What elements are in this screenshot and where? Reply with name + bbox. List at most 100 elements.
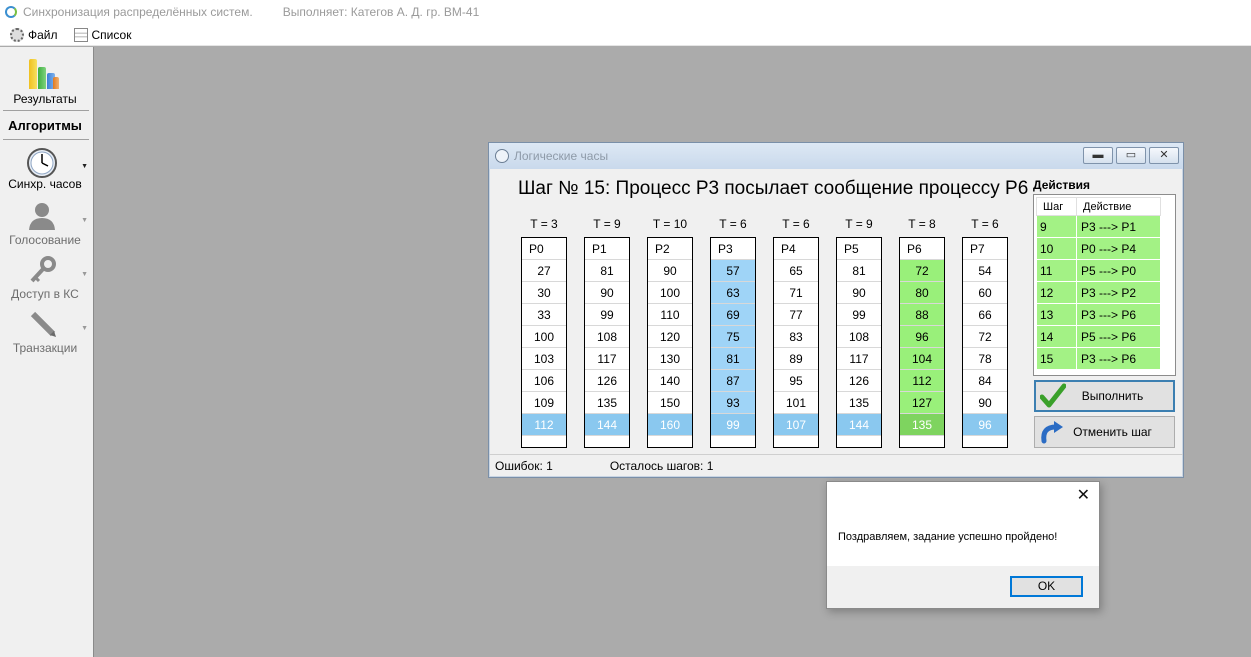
clock-value-cell: 130 bbox=[648, 348, 692, 370]
process-name: P0 bbox=[522, 238, 566, 260]
actions-list[interactable]: Шаг Действие 9 P3 ---> P1 10 P0 ---> P4 11 P5… bbox=[1033, 194, 1176, 376]
process-clock-list[interactable]: P0 27 30 33 100 103 106 109 112 bbox=[521, 237, 567, 448]
process-clock-list[interactable]: P7 54 60 66 72 78 84 90 96 bbox=[962, 237, 1008, 448]
step-number-cell: 10 bbox=[1036, 237, 1077, 260]
clock-value-cell: 96 bbox=[900, 326, 944, 348]
column-header-step[interactable]: Шаг bbox=[1036, 197, 1077, 216]
table-row[interactable]: 13 P3 ---> P6 bbox=[1036, 303, 1161, 326]
window-title: Логические часы bbox=[514, 149, 609, 163]
remaining-steps: Осталось шагов: 1 bbox=[609, 459, 714, 473]
clock-value-cell: 144 bbox=[585, 414, 629, 436]
menu-list[interactable]: Список bbox=[73, 27, 131, 42]
sidebar-item-label: Синхр. часов bbox=[8, 177, 82, 191]
action-cell: P3 ---> P6 bbox=[1076, 303, 1161, 326]
process-name: P7 bbox=[963, 238, 1007, 260]
menu-file[interactable]: Файл bbox=[10, 27, 58, 42]
table-row[interactable]: 9 P3 ---> P1 bbox=[1036, 215, 1161, 238]
clock-value-cell: 54 bbox=[963, 260, 1007, 282]
step-number-cell: 11 bbox=[1036, 259, 1077, 282]
clock-value-cell: 104 bbox=[900, 348, 944, 370]
table-row[interactable]: 15 P3 ---> P6 bbox=[1036, 347, 1161, 370]
close-icon[interactable]: ✕ bbox=[1077, 485, 1090, 505]
clock-value-cell: 27 bbox=[522, 260, 566, 282]
list-icon bbox=[73, 27, 88, 42]
dialog-message: Поздравляем, задание успешно пройдено! bbox=[838, 531, 1058, 543]
results-label: Результаты bbox=[13, 92, 77, 106]
minimize-button[interactable]: ▬ bbox=[1083, 147, 1113, 164]
table-row[interactable]: 10 P0 ---> P4 bbox=[1036, 237, 1161, 260]
clock-value-cell: 69 bbox=[711, 304, 755, 326]
clock-value-cell: 90 bbox=[585, 282, 629, 304]
table-row[interactable]: 12 P3 ---> P2 bbox=[1036, 281, 1161, 304]
process-clock-list[interactable]: P2 90 100 110 120 130 140 150 160 bbox=[647, 237, 693, 448]
process-name: P4 bbox=[774, 238, 818, 260]
process-name: P1 bbox=[585, 238, 629, 260]
column-header-action[interactable]: Действие bbox=[1076, 197, 1161, 216]
process-time-label: T = 6 bbox=[719, 217, 747, 231]
process-clock-list[interactable]: P1 81 90 99 108 117 126 135 144 bbox=[584, 237, 630, 448]
process-clock-list[interactable]: P4 65 71 77 83 89 95 101 107 bbox=[773, 237, 819, 448]
sidebar-item-transactions[interactable]: ▼ Транзакции bbox=[0, 307, 94, 359]
step-number-cell: 12 bbox=[1036, 281, 1077, 304]
process-time-label: T = 9 bbox=[593, 217, 621, 231]
close-button[interactable]: ✕ bbox=[1149, 147, 1179, 164]
actions-heading: Действия bbox=[1033, 178, 1091, 192]
process-clock-list[interactable]: P5 81 90 99 108 117 126 135 144 bbox=[836, 237, 882, 448]
table-row[interactable]: 11 P5 ---> P0 bbox=[1036, 259, 1161, 282]
bar-chart-icon bbox=[29, 57, 61, 89]
user-icon bbox=[29, 203, 55, 230]
process-name: P6 bbox=[900, 238, 944, 260]
sidebar-item-clock-sync[interactable]: ▼ Синхр. часов bbox=[0, 145, 94, 197]
clock-value-cell: 135 bbox=[837, 392, 881, 414]
clock-value-cell: 33 bbox=[522, 304, 566, 326]
clock-value-cell: 103 bbox=[522, 348, 566, 370]
ok-button[interactable]: OK bbox=[1010, 576, 1083, 597]
clock-value-cell: 75 bbox=[711, 326, 755, 348]
undo-step-button[interactable]: Отменить шаг bbox=[1034, 416, 1175, 448]
clock-value-cell: 96 bbox=[963, 414, 1007, 436]
maximize-button[interactable]: ▭ bbox=[1116, 147, 1146, 164]
chevron-down-icon: ▼ bbox=[81, 325, 88, 332]
clock-value-cell: 135 bbox=[900, 414, 944, 436]
clock-value-cell: 90 bbox=[837, 282, 881, 304]
window-title-bar[interactable]: Логические часы ▬ ▭ ✕ bbox=[489, 143, 1183, 169]
sidebar-item-label: Транзакции bbox=[12, 341, 78, 355]
checkmark-icon bbox=[1040, 383, 1066, 408]
clock-value-cell: 100 bbox=[522, 326, 566, 348]
clock-value-cell: 80 bbox=[900, 282, 944, 304]
clock-value-cell: 81 bbox=[585, 260, 629, 282]
actions-scrollbar[interactable] bbox=[1161, 195, 1175, 375]
dialog-body: ✕ Поздравляем, задание успешно пройдено! bbox=[827, 482, 1099, 566]
logical-clocks-window: Логические часы ▬ ▭ ✕ Шаг № 15: Процесс … bbox=[488, 142, 1184, 478]
process-time-label: T = 3 bbox=[530, 217, 558, 231]
clock-value-cell: 72 bbox=[900, 260, 944, 282]
author-label: Выполняет: Категов А. Д. гр. ВМ-41 bbox=[282, 5, 480, 19]
sidebar-item-voting[interactable]: ▼ Голосование bbox=[0, 199, 94, 251]
clock-value-cell: 108 bbox=[585, 326, 629, 348]
process-clock-list[interactable]: P3 57 63 69 75 81 87 93 99 bbox=[710, 237, 756, 448]
execute-button[interactable]: Выполнить bbox=[1034, 380, 1175, 412]
clock-value-cell: 72 bbox=[963, 326, 1007, 348]
errors-count: Ошибок: 1 bbox=[495, 459, 553, 473]
clock-icon bbox=[27, 148, 57, 178]
menu-file-label: Файл bbox=[28, 27, 58, 42]
process-time-label: T = 6 bbox=[971, 217, 999, 231]
process-clock-list[interactable]: P6 72 80 88 96 104 112 127 135 bbox=[899, 237, 945, 448]
action-cell: P3 ---> P6 bbox=[1076, 347, 1161, 370]
clock-value-cell: 87 bbox=[711, 370, 755, 392]
message-dialog: ✕ Поздравляем, задание успешно пройдено!… bbox=[826, 481, 1100, 609]
app-sync-icon bbox=[5, 6, 17, 18]
clock-value-cell: 126 bbox=[585, 370, 629, 392]
clock-value-cell: 66 bbox=[963, 304, 1007, 326]
clock-value-cell: 160 bbox=[648, 414, 692, 436]
table-row[interactable]: 14 P5 ---> P6 bbox=[1036, 325, 1161, 348]
clock-value-cell: 88 bbox=[900, 304, 944, 326]
clock-value-cell: 112 bbox=[900, 370, 944, 392]
clock-value-cell: 90 bbox=[963, 392, 1007, 414]
action-cell: P5 ---> P0 bbox=[1076, 259, 1161, 282]
clock-value-cell: 120 bbox=[648, 326, 692, 348]
results-button[interactable]: Результаты bbox=[0, 47, 94, 109]
menu-bar: Файл Список bbox=[0, 24, 1251, 46]
sidebar-divider bbox=[3, 110, 89, 111]
sidebar-item-cs-access[interactable]: ▼ Доступ в КС bbox=[0, 253, 94, 305]
